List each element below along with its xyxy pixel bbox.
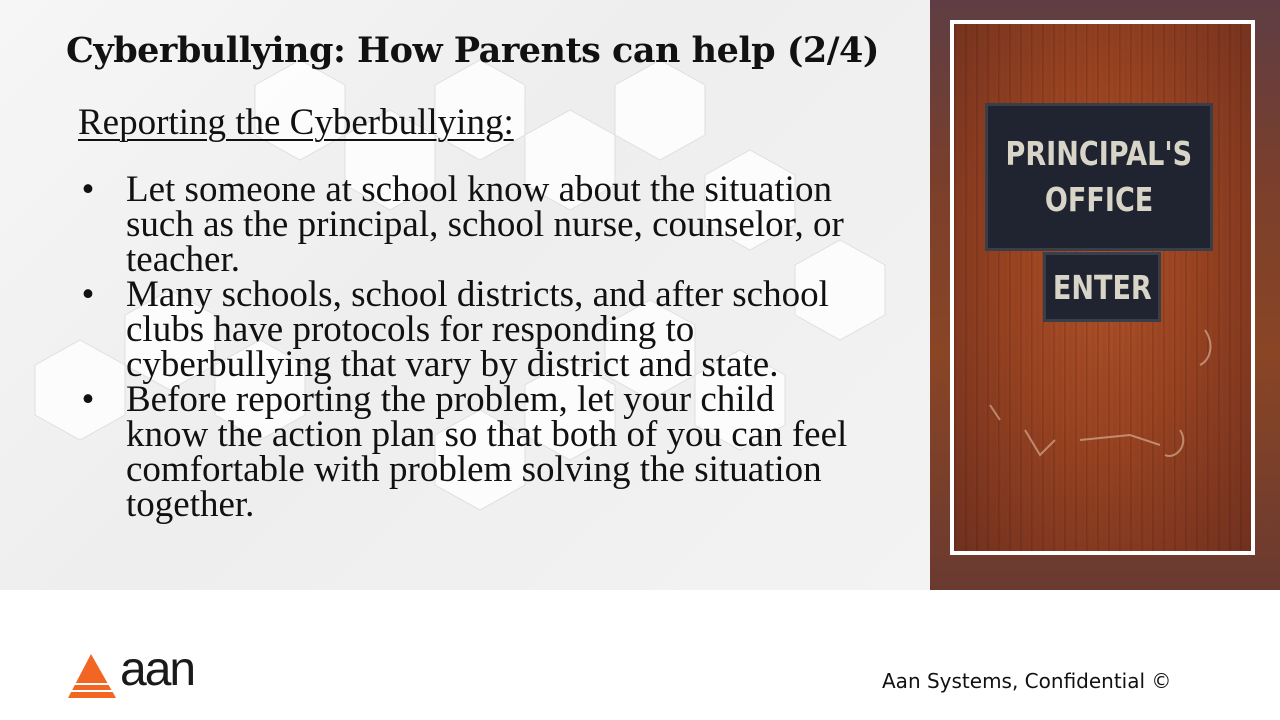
sign-line-1: PRINCIPAL'S xyxy=(1005,134,1193,173)
bullet-item: • Many schools, school districts, and af… xyxy=(78,274,858,385)
bullet-text: Let someone at school know about the sit… xyxy=(126,169,844,280)
slide-title: Cyberbullying: How Parents can help (2/4… xyxy=(66,30,879,71)
principals-office-door-photo: PRINCIPAL'S OFFICE ENTER xyxy=(930,0,1280,590)
bullet-marker: • xyxy=(81,274,95,315)
slide-content-area: Cyberbullying: How Parents can help (2/4… xyxy=(0,0,930,590)
bullet-text: Before reporting the problem, let your c… xyxy=(126,379,848,525)
bullet-text: Many schools, school districts, and afte… xyxy=(126,274,829,385)
bullet-item: • Before reporting the problem, let your… xyxy=(78,379,858,525)
section-subheading: Reporting the Cyberbullying: xyxy=(78,102,514,143)
bullet-list: • Let someone at school know about the s… xyxy=(78,169,858,525)
sign-line-2: OFFICE xyxy=(1044,180,1154,219)
footer-confidential-text: Aan Systems, Confidential © xyxy=(882,669,1172,693)
bullet-marker: • xyxy=(81,169,95,210)
logo-wordmark: aan xyxy=(120,643,196,696)
bullet-item: • Let someone at school know about the s… xyxy=(78,169,858,280)
triangle-logo-icon xyxy=(68,654,116,698)
principals-office-sign: PRINCIPAL'S OFFICE xyxy=(985,103,1213,251)
enter-sign-text: ENTER xyxy=(1052,267,1152,307)
enter-sign: ENTER xyxy=(1043,252,1161,322)
aan-logo: aan xyxy=(68,643,198,700)
bullet-marker: • xyxy=(81,379,95,420)
